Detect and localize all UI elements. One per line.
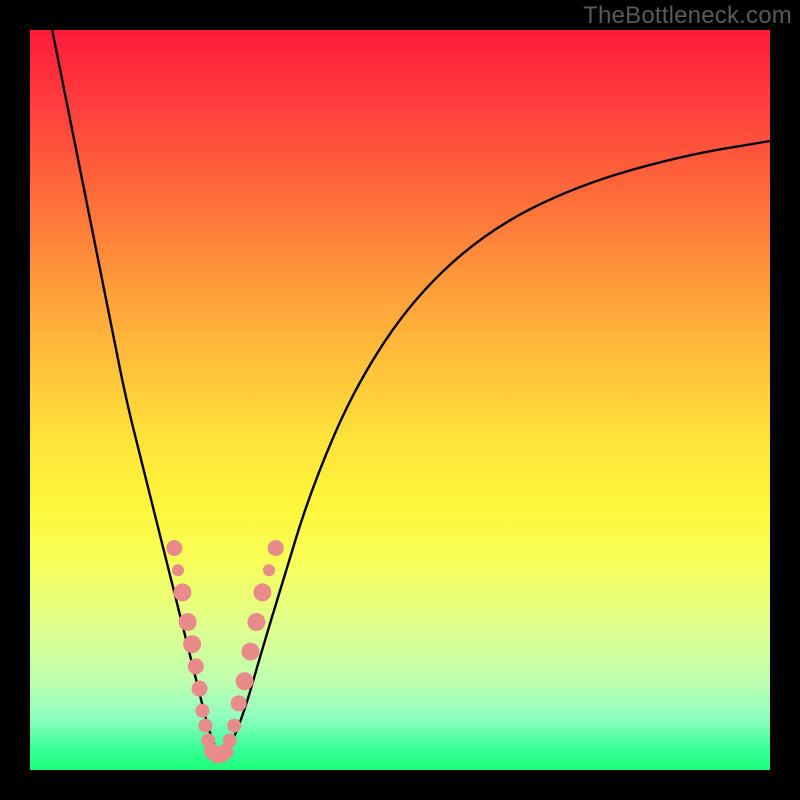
bead-marker	[268, 540, 284, 556]
bead-marker	[231, 695, 247, 711]
bead-marker	[179, 613, 197, 631]
bead-marker	[173, 583, 191, 601]
bead-marker	[192, 681, 208, 697]
outer-frame: TheBottleneck.com	[0, 0, 800, 800]
bead-marker	[253, 583, 271, 601]
bead-marker	[183, 635, 201, 653]
bead-marker	[227, 719, 241, 733]
bead-marker	[195, 704, 209, 718]
bead-marker	[236, 672, 254, 690]
bead-marker	[198, 719, 212, 733]
bead-marker	[166, 540, 182, 556]
bead-markers	[166, 540, 283, 763]
bead-marker	[188, 658, 204, 674]
chart-svg	[30, 30, 770, 770]
plot-area	[30, 30, 770, 770]
bottleneck-curve	[52, 30, 770, 753]
bead-marker	[247, 613, 265, 631]
bead-marker	[263, 564, 275, 576]
bead-marker	[172, 564, 184, 576]
bead-marker	[223, 733, 237, 747]
bead-marker	[242, 643, 260, 661]
watermark-text: TheBottleneck.com	[583, 2, 792, 30]
